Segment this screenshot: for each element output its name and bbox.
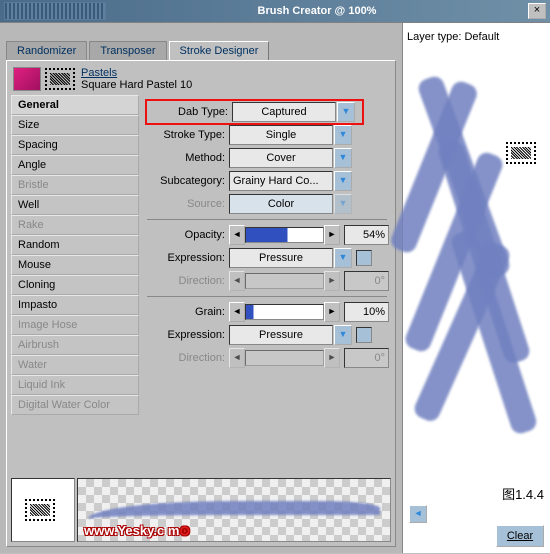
scroll-left-icon[interactable]: ◄: [409, 505, 427, 523]
tab-transposer[interactable]: Transposer: [89, 41, 166, 60]
source-dropdown-icon: ▼: [334, 194, 352, 214]
stroke-type-field[interactable]: Single: [229, 125, 333, 145]
dab-type-label: Dab Type:: [148, 106, 232, 118]
slider-right-icon[interactable]: ►: [324, 225, 340, 245]
expression-field[interactable]: Pressure: [229, 248, 333, 268]
grain-label: Grain:: [145, 306, 229, 318]
tab-stroke-designer[interactable]: Stroke Designer: [169, 41, 270, 60]
grain-slider[interactable]: ◄ ►: [229, 303, 340, 321]
direction-value: 0°: [344, 271, 389, 291]
direction-slider: ◄►: [229, 272, 340, 290]
pastel-icon[interactable]: [13, 67, 41, 91]
brush-category-link[interactable]: Pastels: [81, 67, 192, 79]
slider-left-icon[interactable]: ◄: [229, 302, 245, 322]
category-list: General Size Spacing Angle Bristle Well …: [11, 95, 139, 474]
cat-water: Water: [11, 355, 139, 375]
expression2-dropdown-icon[interactable]: ▼: [334, 325, 352, 345]
cat-well[interactable]: Well: [11, 195, 139, 215]
dab-type-highlight: Dab Type: Captured ▼: [145, 99, 364, 125]
clear-button[interactable]: Clear: [496, 525, 544, 547]
cat-airbrush: Airbrush: [11, 335, 139, 355]
method-field[interactable]: Cover: [229, 148, 333, 168]
cat-imagehose: Image Hose: [11, 315, 139, 335]
figure-label: 图1.4.4: [502, 484, 544, 503]
close-icon[interactable]: ×: [528, 3, 546, 19]
expression-dropdown-icon[interactable]: ▼: [334, 248, 352, 268]
cat-size[interactable]: Size: [11, 115, 139, 135]
opacity-slider[interactable]: ◄ ►: [229, 226, 340, 244]
layer-type-value: Default: [464, 31, 499, 43]
cat-spacing[interactable]: Spacing: [11, 135, 139, 155]
tab-randomizer[interactable]: Randomizer: [6, 41, 87, 60]
opacity-value[interactable]: 54%: [344, 225, 389, 245]
layer-type: Layer type: Default: [407, 31, 546, 43]
watermark: www.Yesky.c m⊙: [84, 523, 190, 539]
slider-left-icon[interactable]: ◄: [229, 225, 245, 245]
titlebar-grip[interactable]: [4, 2, 106, 20]
stroke-type-label: Stroke Type:: [145, 129, 229, 141]
layer-type-label: Layer type:: [407, 31, 461, 43]
cat-dwc: Digital Water Color: [11, 395, 139, 415]
cat-impasto[interactable]: Impasto: [11, 295, 139, 315]
cat-angle[interactable]: Angle: [11, 155, 139, 175]
expression2-toggle[interactable]: [356, 327, 372, 343]
slider-right-icon[interactable]: ►: [324, 302, 340, 322]
method-dropdown-icon[interactable]: ▼: [334, 148, 352, 168]
direction2-value: 0°: [344, 348, 389, 368]
brush-stamp-icon[interactable]: [45, 68, 75, 90]
method-label: Method:: [145, 152, 229, 164]
canvas-stamp-icon: [506, 142, 536, 164]
stamp-preview: [11, 478, 75, 542]
cat-rake: Rake: [11, 215, 139, 235]
titlebar: Brush Creator @ 100% ×: [0, 0, 550, 22]
dab-type-field[interactable]: Captured: [232, 102, 336, 122]
cat-mouse[interactable]: Mouse: [11, 255, 139, 275]
brush-canvas[interactable]: [411, 67, 542, 493]
expression-label: Expression:: [145, 252, 229, 264]
window-title: Brush Creator @ 100%: [106, 5, 528, 17]
expression-toggle[interactable]: [356, 250, 372, 266]
stroke-type-dropdown-icon[interactable]: ▼: [334, 125, 352, 145]
expression2-field[interactable]: Pressure: [229, 325, 333, 345]
stamp-preview-icon: [25, 499, 55, 521]
source-label: Source:: [145, 198, 229, 210]
brush-header: Pastels Square Hard Pastel 10: [11, 65, 391, 93]
cat-bristle: Bristle: [11, 175, 139, 195]
cat-random[interactable]: Random: [11, 235, 139, 255]
direction2-label: Direction:: [145, 352, 229, 364]
subcat-dropdown-icon[interactable]: ▼: [334, 171, 352, 191]
direction-label: Direction:: [145, 275, 229, 287]
stroke-preview: www.Yesky.c m⊙: [77, 478, 391, 542]
cat-cloning[interactable]: Cloning: [11, 275, 139, 295]
expression2-label: Expression:: [145, 329, 229, 341]
dab-type-dropdown-icon[interactable]: ▼: [337, 102, 355, 122]
opacity-label: Opacity:: [145, 229, 229, 241]
source-field: Color: [229, 194, 333, 214]
cat-liquidink: Liquid Ink: [11, 375, 139, 395]
subcat-field[interactable]: Grainy Hard Co...: [229, 171, 333, 191]
direction2-slider: ◄►: [229, 349, 340, 367]
cat-general[interactable]: General: [11, 95, 139, 115]
subcat-label: Subcategory:: [145, 175, 229, 187]
brush-name: Square Hard Pastel 10: [81, 79, 192, 91]
grain-value[interactable]: 10%: [344, 302, 389, 322]
